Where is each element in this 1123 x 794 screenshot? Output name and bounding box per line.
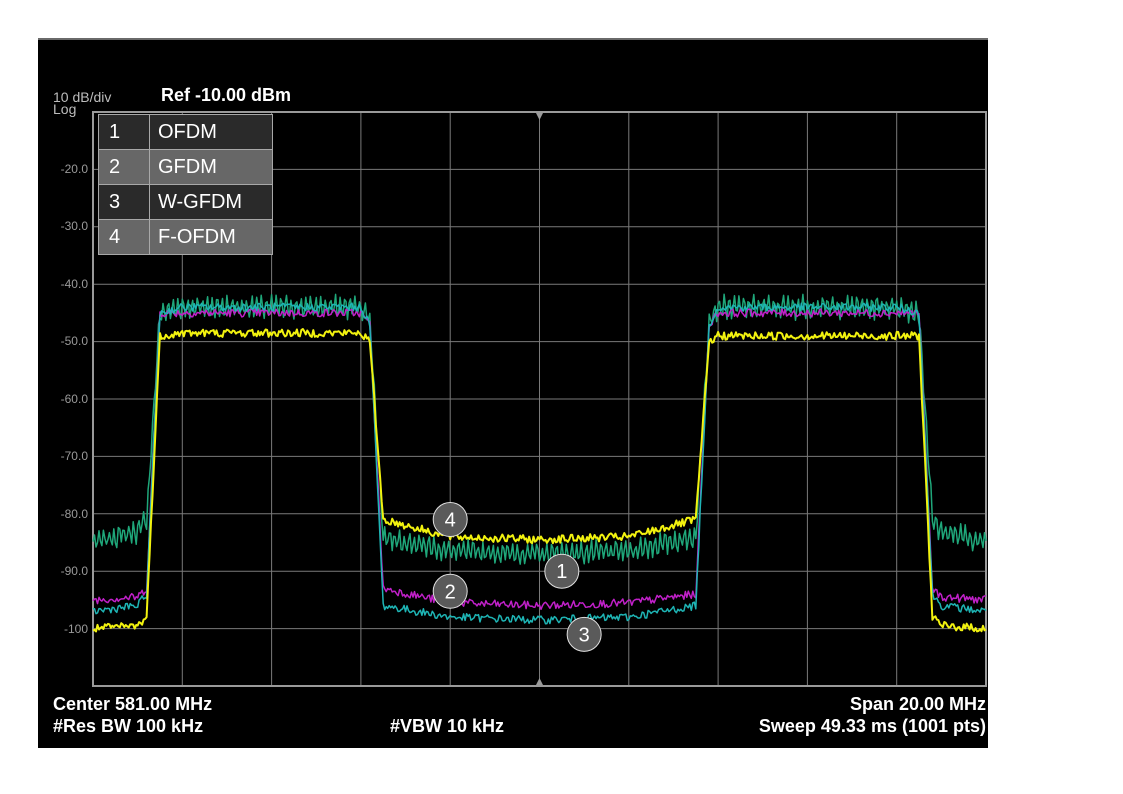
legend-label: F-OFDM xyxy=(149,219,273,255)
legend-row: 1 OFDM xyxy=(98,114,273,150)
legend-number: 2 xyxy=(98,149,150,185)
legend-label: GFDM xyxy=(149,149,273,185)
legend-row: 3 W-GFDM xyxy=(98,184,273,220)
trace-marker-label: 4 xyxy=(445,510,456,532)
video-bandwidth: #VBW 10 kHz xyxy=(390,716,505,736)
legend-row: 4 F-OFDM xyxy=(98,219,273,255)
legend-label: W-GFDM xyxy=(149,184,273,220)
trace-marker-label: 2 xyxy=(445,581,456,603)
resolution-bandwidth: #Res BW 100 kHz xyxy=(53,716,204,736)
span: Span 20.00 MHz xyxy=(849,694,986,714)
legend-number: 4 xyxy=(98,219,150,255)
legend-number: 1 xyxy=(98,114,150,150)
trace-marker-label: 1 xyxy=(556,561,567,583)
center-frequency: Center 581.00 MHz xyxy=(53,694,213,714)
sweep-time: Sweep 49.33 ms (1001 pts) xyxy=(758,716,986,736)
legend-number: 3 xyxy=(98,184,150,220)
center-marker-bottom-icon xyxy=(535,678,544,686)
center-marker-top-icon xyxy=(535,112,544,120)
legend-label: OFDM xyxy=(149,114,273,150)
legend-row: 2 GFDM xyxy=(98,149,273,185)
trace-legend: 1 OFDM 2 GFDM 3 W-GFDM 4 F-OFDM xyxy=(98,114,273,255)
trace-marker-label: 3 xyxy=(579,624,590,646)
